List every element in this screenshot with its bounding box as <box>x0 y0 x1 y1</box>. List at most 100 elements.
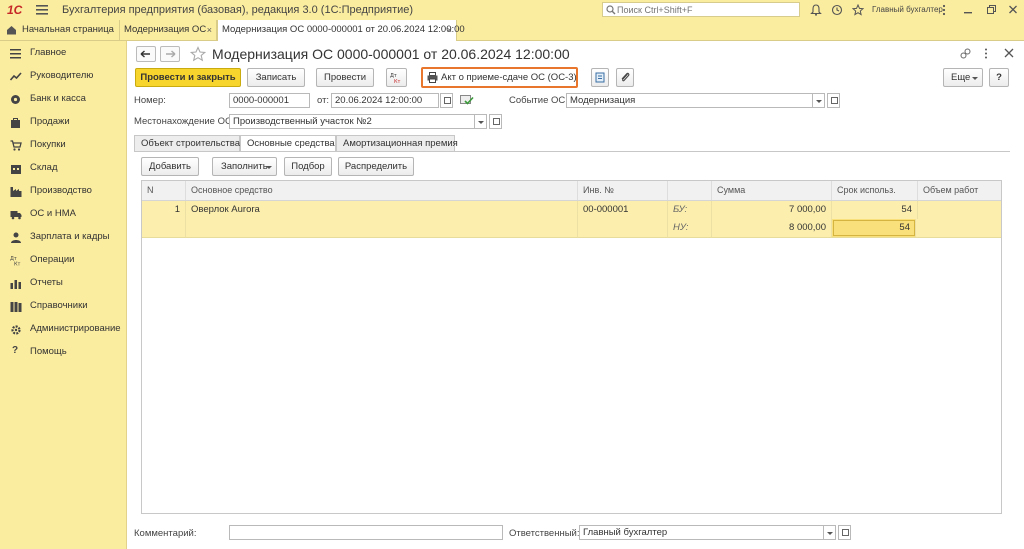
nu-sum-cell[interactable]: 8 000,00 <box>712 219 832 237</box>
sidebar-item-production[interactable]: Производство <box>0 180 126 202</box>
event-open-button[interactable] <box>827 93 840 108</box>
responsible-dropdown-button[interactable] <box>824 525 836 540</box>
favorite-star-icon[interactable] <box>190 46 206 62</box>
hamburger-menu-icon[interactable] <box>36 5 48 15</box>
fixed-assets-table[interactable]: N Основное средство Инв. № Сумма Срок ис… <box>141 180 1002 514</box>
restore-icon[interactable] <box>986 4 996 16</box>
column-header-term[interactable]: Срок использ. <box>832 181 918 200</box>
search-input[interactable] <box>617 3 797 16</box>
row-number-empty <box>142 219 186 237</box>
more-label: Еще <box>951 72 971 83</box>
help-button[interactable]: ? <box>989 68 1009 87</box>
add-row-button[interactable]: Добавить <box>141 157 199 176</box>
distribute-button[interactable]: Распределить <box>338 157 414 176</box>
post-button[interactable]: Провести <box>316 68 374 87</box>
bu-sum-cell[interactable]: 7 000,00 <box>712 201 832 219</box>
bu-label: БУ: <box>668 201 712 219</box>
tab-fixed-assets[interactable]: Основные средства <box>240 135 336 152</box>
fill-button[interactable]: Заполнить <box>212 157 277 176</box>
bu-volume-cell[interactable] <box>918 201 1001 219</box>
sidebar-item-label: Производство <box>30 185 92 196</box>
link-icon[interactable] <box>960 48 971 59</box>
sidebar-item-admin[interactable]: Администрирование <box>0 318 126 340</box>
truck-icon <box>10 209 22 220</box>
bu-term-cell[interactable]: 54 <box>832 201 918 219</box>
sidebar-item-help[interactable]: ? Помощь <box>0 341 126 363</box>
bell-icon[interactable] <box>810 4 822 16</box>
bag-icon <box>10 117 22 128</box>
nu-term-cell[interactable]: 54 <box>832 219 916 237</box>
attach-files-button[interactable] <box>616 68 634 87</box>
structure-icon <box>595 72 605 83</box>
more-actions-button[interactable]: Еще <box>943 68 983 87</box>
table-row[interactable]: НУ: 8 000,00 54 <box>142 219 1001 238</box>
sidebar-item-label: Банк и касса <box>30 93 86 104</box>
number-field[interactable]: 0000-000001 <box>229 93 310 108</box>
sidebar-item-label: Помощь <box>30 346 67 357</box>
event-label: Событие ОС: <box>509 95 568 106</box>
close-window-icon[interactable] <box>1008 4 1018 16</box>
sidebar-item-bank[interactable]: Банк и касса <box>0 88 126 110</box>
document-title: Модернизация ОС 0000-000001 от 20.06.202… <box>212 46 570 62</box>
sidebar-item-label: Отчеты <box>30 277 63 288</box>
sidebar-item-salary[interactable]: Зарплата и кадры <box>0 226 126 248</box>
calendar-button[interactable] <box>440 93 453 108</box>
history-icon[interactable] <box>831 4 843 16</box>
location-field[interactable]: Производственный участок №2 <box>229 114 475 129</box>
document-more-icon[interactable] <box>984 48 988 59</box>
print-act-os3-button[interactable]: Акт о приеме-сдаче ОС (ОС-3) <box>421 67 578 88</box>
sidebar-item-warehouse[interactable]: Склад <box>0 157 126 179</box>
sidebar-item-references[interactable]: Справочники <box>0 295 126 317</box>
tab-home[interactable]: Начальная страница <box>0 20 120 40</box>
event-dropdown-button[interactable] <box>813 93 825 108</box>
inv-number-cell[interactable]: 00-000001 <box>578 201 668 219</box>
pick-button[interactable]: Подбор <box>284 157 332 176</box>
favorites-star-icon[interactable] <box>852 4 864 16</box>
column-header-inv[interactable]: Инв. № <box>578 181 668 200</box>
date-field[interactable]: 20.06.2024 12:00:00 <box>331 93 439 108</box>
tab-label: Модернизация ОС <box>124 24 207 35</box>
table-row[interactable]: 1 Оверлок Aurora 00-000001 БУ: 7 000,00 … <box>142 201 1001 219</box>
column-header-sum[interactable]: Сумма <box>712 181 832 200</box>
current-user[interactable]: Главный бухгалтер <box>872 5 943 14</box>
report-structure-button[interactable] <box>591 68 609 87</box>
sidebar-item-label: Администрирование <box>30 323 121 334</box>
tab-label: Начальная страница <box>22 24 114 35</box>
sidebar-item-sales[interactable]: Продажи <box>0 111 126 133</box>
sidebar-item-main[interactable]: Главное <box>0 42 126 64</box>
sidebar-item-operations[interactable]: Дт Кт Операции <box>0 249 126 271</box>
tab-construction-object[interactable]: Объект строительства <box>134 135 240 152</box>
back-button[interactable] <box>136 46 156 62</box>
search-box[interactable] <box>602 2 800 17</box>
location-dropdown-button[interactable] <box>475 114 487 129</box>
save-button[interactable]: Записать <box>247 68 305 87</box>
dt-kt-button[interactable]: Дт Кт <box>386 68 407 87</box>
column-header-n[interactable]: N <box>142 181 186 200</box>
column-header-asset[interactable]: Основное средство <box>186 181 578 200</box>
tab-document[interactable]: Модернизация ОС 0000-000001 от 20.06.202… <box>217 20 465 41</box>
tab-modernization-list[interactable]: Модернизация ОС × <box>120 20 217 40</box>
nu-volume-cell[interactable] <box>918 219 1001 237</box>
cart-icon <box>10 140 22 151</box>
close-document-icon[interactable] <box>1004 48 1014 58</box>
responsible-open-button[interactable] <box>838 525 851 540</box>
event-field[interactable]: Модернизация <box>566 93 813 108</box>
location-open-button[interactable] <box>489 114 502 129</box>
close-tab-icon[interactable]: × <box>447 20 452 40</box>
sidebar-item-manager[interactable]: Руководителю <box>0 65 126 87</box>
comment-field[interactable] <box>229 525 503 540</box>
column-header-volume[interactable]: Объем работ <box>918 181 1001 200</box>
responsible-field[interactable]: Главный бухгалтер <box>579 525 824 540</box>
column-header-accounting-type[interactable] <box>668 181 712 200</box>
sidebar-item-purchases[interactable]: Покупки <box>0 134 126 156</box>
asset-cell[interactable]: Оверлок Aurora <box>186 201 578 219</box>
minimize-icon[interactable] <box>963 4 973 16</box>
forward-button[interactable] <box>160 46 180 62</box>
tab-depreciation-bonus[interactable]: Амортизационная премия <box>336 135 458 152</box>
dt-kt-icon: ДтКт <box>10 255 22 266</box>
sidebar-item-fixed-assets[interactable]: ОС и НМА <box>0 203 126 225</box>
sidebar-item-reports[interactable]: Отчеты <box>0 272 126 294</box>
more-icon[interactable] <box>942 4 946 16</box>
close-tab-icon[interactable]: × <box>207 20 212 40</box>
post-and-close-button[interactable]: Провести и закрыть <box>135 68 241 87</box>
